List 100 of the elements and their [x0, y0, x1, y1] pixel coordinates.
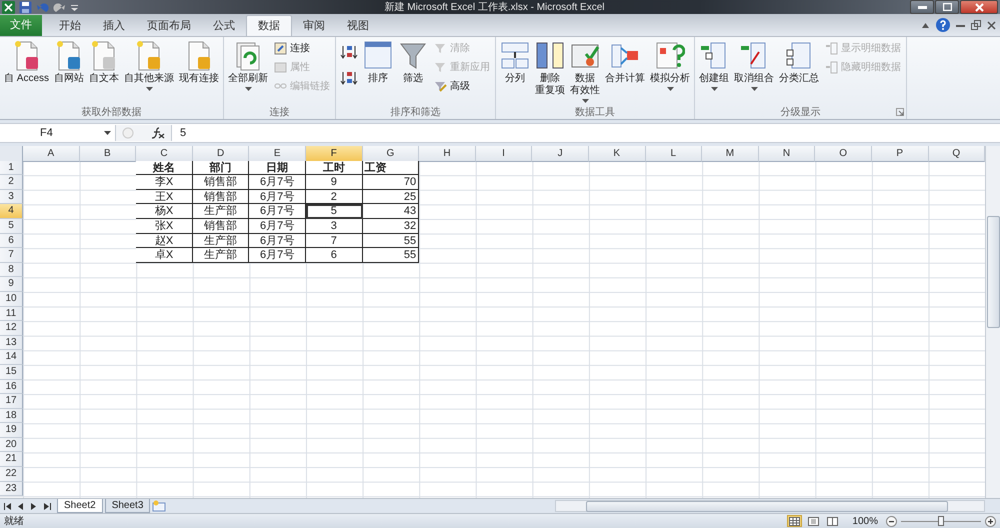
maximize-button[interactable]: [935, 0, 959, 14]
column-header[interactable]: L: [646, 146, 702, 162]
table-cell[interactable]: 销售部: [192, 218, 250, 234]
vertical-scrollbar[interactable]: [985, 146, 1000, 498]
zoom-slider-thumb[interactable]: [938, 516, 944, 526]
ribbon-button[interactable]: 分类汇总: [777, 40, 822, 85]
ribbon-tab[interactable]: 数据: [246, 15, 292, 36]
row-header[interactable]: 2: [0, 175, 23, 190]
table-cell[interactable]: 6月7号: [249, 204, 306, 219]
function-icon[interactable]: [151, 127, 165, 139]
table-cell[interactable]: 2: [306, 190, 363, 204]
table-cell[interactable]: 43: [362, 204, 420, 219]
column-header[interactable]: O: [815, 146, 872, 162]
column-header[interactable]: B: [80, 146, 136, 162]
row-header[interactable]: 22: [0, 467, 23, 482]
ribbon-tab[interactable]: 插入: [92, 16, 136, 36]
expand-handle-icon[interactable]: [122, 127, 134, 139]
ribbon-tab[interactable]: 页面布局: [136, 16, 202, 36]
row-header[interactable]: 20: [0, 438, 23, 452]
table-cell[interactable]: 6月7号: [249, 248, 306, 263]
column-header[interactable]: A: [23, 146, 80, 162]
restore-icon[interactable]: [971, 20, 981, 30]
row-header[interactable]: 3: [0, 190, 23, 204]
row-header[interactable]: 5: [0, 218, 23, 234]
row-header[interactable]: 6: [0, 234, 23, 248]
column-header[interactable]: M: [702, 146, 759, 162]
column-header[interactable]: D: [192, 146, 250, 162]
ribbon-button[interactable]: 自网站: [52, 40, 86, 85]
table-cell[interactable]: 工时: [306, 160, 363, 176]
page-layout-button[interactable]: [806, 515, 822, 527]
table-cell[interactable]: 55: [362, 234, 420, 248]
collapse-ribbon-icon[interactable]: [921, 20, 930, 30]
ribbon-tab[interactable]: 公式: [202, 16, 246, 36]
column-header[interactable]: C: [136, 146, 193, 162]
row-header[interactable]: 8: [0, 262, 23, 278]
table-cell[interactable]: 王X: [136, 190, 193, 204]
file-tab[interactable]: 文件: [0, 15, 42, 36]
row-header[interactable]: 10: [0, 292, 23, 307]
ribbon-button[interactable]: 合并计算: [603, 40, 648, 85]
sort-button[interactable]: [340, 70, 358, 86]
ribbon-button[interactable]: 删除 重复项: [533, 40, 568, 97]
row-header[interactable]: 12: [0, 321, 23, 336]
row-header[interactable]: 9: [0, 277, 23, 292]
page-break-button[interactable]: [825, 515, 840, 527]
table-cell[interactable]: 6月7号: [249, 218, 306, 234]
sort-button[interactable]: [340, 44, 358, 60]
minimize-button[interactable]: [910, 0, 934, 14]
table-cell[interactable]: 姓名: [136, 160, 193, 176]
normal-view-button[interactable]: [787, 515, 802, 527]
ribbon-tab[interactable]: 视图: [336, 16, 380, 36]
ribbon-button[interactable]: 自 Access: [2, 40, 52, 85]
column-header[interactable]: P: [872, 146, 928, 162]
ribbon-tab[interactable]: 开始: [48, 16, 92, 36]
row-header[interactable]: 23: [0, 482, 23, 496]
zoom-in-icon[interactable]: [985, 516, 996, 526]
row-header[interactable]: 21: [0, 452, 23, 468]
table-cell[interactable]: 生产部: [192, 204, 250, 219]
table-cell[interactable]: 生产部: [192, 248, 250, 263]
column-header[interactable]: E: [249, 146, 306, 162]
first-sheet-icon[interactable]: [4, 502, 12, 510]
ribbon-button[interactable]: 高级: [434, 78, 490, 94]
sheet-tab[interactable]: Sheet3: [104, 499, 150, 513]
table-cell[interactable]: 张X: [136, 218, 193, 234]
table-cell[interactable]: 5: [306, 204, 363, 219]
table-cell[interactable]: 卓X: [136, 248, 193, 263]
zoom-level[interactable]: 100%: [852, 516, 878, 526]
ribbon-button[interactable]: 自文本: [87, 40, 122, 85]
ribbon-button[interactable]: 全部刷新: [226, 40, 270, 92]
ribbon-button[interactable]: 数据 有效性: [568, 40, 602, 104]
formula-field[interactable]: 5: [172, 127, 1000, 139]
dialog-launcher-icon[interactable]: [896, 108, 904, 116]
table-cell[interactable]: 32: [362, 218, 420, 234]
previous-sheet-icon[interactable]: [17, 502, 25, 510]
row-header[interactable]: 11: [0, 306, 23, 322]
row-header[interactable]: 19: [0, 423, 23, 438]
table-cell[interactable]: 生产部: [192, 234, 250, 248]
column-header[interactable]: Q: [928, 146, 985, 162]
ribbon-button[interactable]: 分列: [498, 40, 532, 85]
close-icon[interactable]: [987, 20, 996, 30]
ribbon-button[interactable]: 连接: [274, 40, 330, 56]
row-header[interactable]: 13: [0, 336, 23, 350]
table-cell[interactable]: 日期: [249, 160, 306, 176]
column-header[interactable]: N: [758, 146, 816, 162]
ribbon-button[interactable]: 现有连接: [177, 40, 222, 85]
table-cell[interactable]: 部门: [192, 160, 250, 176]
close-button[interactable]: [960, 0, 998, 14]
row-header[interactable]: 17: [0, 394, 23, 409]
sheet-tab[interactable]: Sheet2: [57, 499, 103, 513]
column-header[interactable]: G: [362, 146, 420, 162]
row-header[interactable]: 1: [0, 160, 23, 176]
column-header[interactable]: K: [588, 146, 646, 162]
column-header[interactable]: I: [476, 146, 532, 162]
table-cell[interactable]: 6: [306, 248, 363, 263]
table-cell[interactable]: 25: [362, 190, 420, 204]
table-cell[interactable]: 销售部: [192, 175, 250, 190]
table-cell[interactable]: 7: [306, 234, 363, 248]
redo-icon[interactable]: [53, 0, 66, 14]
row-header[interactable]: 4: [0, 204, 23, 219]
horizontal-scrollbar[interactable]: [555, 500, 985, 512]
ribbon-button[interactable]: 取消组合: [732, 40, 776, 92]
